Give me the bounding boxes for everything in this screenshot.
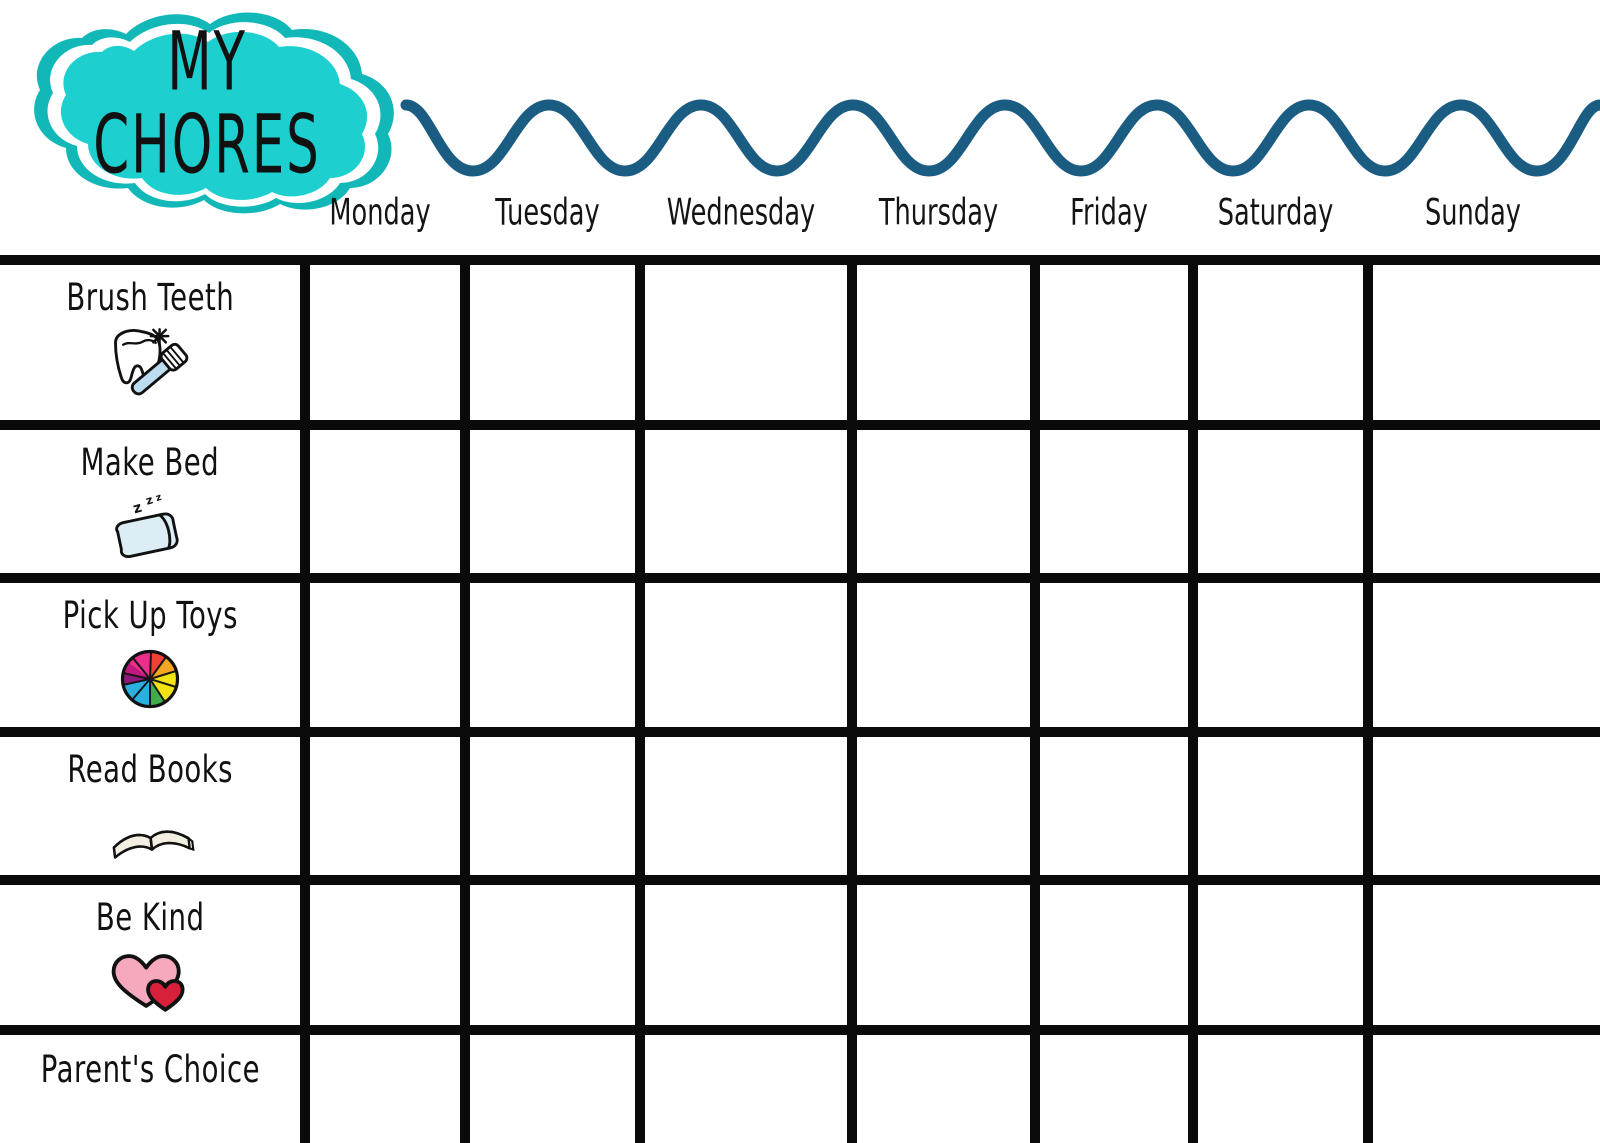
chore-cell-thursday[interactable] [847, 737, 1030, 875]
chore-cell-tuesday[interactable] [460, 885, 635, 1025]
chore-cell-saturday[interactable] [1188, 1035, 1363, 1143]
chore-cell-sunday[interactable] [1363, 885, 1600, 1025]
chore-cell-thursday[interactable] [847, 430, 1030, 573]
wave-line-icon [400, 99, 1600, 177]
day-header-tuesday: Tuesday [464, 192, 630, 234]
chore-cell-thursday[interactable] [847, 1035, 1030, 1143]
day-header-friday: Friday [1034, 192, 1184, 234]
chore-label: Make Bed [80, 440, 220, 485]
chore-label-cell-make-bed: Make Bed z z z [0, 430, 300, 573]
day-header-label: Thursday [878, 192, 999, 234]
chore-label: Be Kind [95, 895, 205, 940]
chore-label-cell-be-kind: Be Kind [0, 885, 300, 1025]
chore-cell-monday[interactable] [300, 885, 460, 1025]
day-header-label: Sunday [1425, 192, 1521, 234]
day-header-label: Saturday [1217, 192, 1334, 234]
table-row: Pick Up Toys [0, 573, 1600, 727]
chore-label-cell-pick-up-toys: Pick Up Toys [0, 583, 300, 727]
day-header-label: Monday [329, 192, 431, 234]
cloud-shape-icon [34, 12, 394, 214]
chore-chart-board: MY CHORES Monday Tuesday Wednesday Thurs… [0, 0, 1600, 1143]
day-header-wednesday: Wednesday [640, 192, 841, 234]
svg-text:z: z [131, 500, 143, 518]
pillow-with-zzz-icon: z z z [104, 490, 196, 562]
chore-cell-thursday[interactable] [847, 583, 1030, 727]
chore-cell-sunday[interactable] [1363, 265, 1600, 420]
chore-cell-wednesday[interactable] [635, 583, 847, 727]
day-header-thursday: Thursday [852, 192, 1026, 234]
chore-cell-wednesday[interactable] [635, 1035, 847, 1143]
chore-cell-friday[interactable] [1030, 265, 1188, 420]
day-header-sunday: Sunday [1369, 192, 1578, 234]
chore-cell-saturday[interactable] [1188, 265, 1363, 420]
chore-cell-friday[interactable] [1030, 737, 1188, 875]
chore-label-cell-parents-choice: Parent's Choice [0, 1035, 300, 1143]
chore-label: Brush Teeth [66, 275, 234, 320]
chore-cell-sunday[interactable] [1363, 430, 1600, 573]
chore-cell-monday[interactable] [300, 430, 460, 573]
chore-cell-friday[interactable] [1030, 885, 1188, 1025]
chore-cell-friday[interactable] [1030, 1035, 1188, 1143]
svg-text:z: z [144, 492, 155, 507]
chore-label: Parent's Choice [40, 1047, 260, 1092]
chore-label: Read Books [67, 747, 233, 792]
chore-cell-sunday[interactable] [1363, 737, 1600, 875]
chore-cell-saturday[interactable] [1188, 583, 1363, 727]
day-header-label: Wednesday [666, 192, 816, 234]
chore-cell-sunday[interactable] [1363, 1035, 1600, 1143]
chore-cell-tuesday[interactable] [460, 737, 635, 875]
chore-label-cell-brush-teeth: Brush Teeth [0, 265, 300, 420]
tooth-and-toothbrush-icon [104, 325, 196, 397]
chore-cell-tuesday[interactable] [460, 583, 635, 727]
chore-cell-friday[interactable] [1030, 583, 1188, 727]
chore-cell-monday[interactable] [300, 1035, 460, 1143]
table-row: Make Bed z z z [0, 420, 1600, 573]
chore-cell-saturday[interactable] [1188, 885, 1363, 1025]
day-headers-row: Monday Tuesday Wednesday Thursday Friday… [0, 192, 1600, 250]
chore-cell-monday[interactable] [300, 265, 460, 420]
svg-text:z: z [155, 492, 164, 504]
chart-header: MY CHORES Monday Tuesday Wednesday Thurs… [0, 0, 1600, 255]
chore-cell-tuesday[interactable] [460, 430, 635, 573]
chore-cell-monday[interactable] [300, 583, 460, 727]
chore-cell-wednesday[interactable] [635, 737, 847, 875]
day-header-label: Tuesday [495, 192, 600, 234]
day-header-saturday: Saturday [1192, 192, 1358, 234]
chore-cell-thursday[interactable] [847, 265, 1030, 420]
chore-cell-sunday[interactable] [1363, 583, 1600, 727]
table-row: Read Books [0, 727, 1600, 875]
two-hearts-icon [104, 945, 196, 1017]
chore-cell-tuesday[interactable] [460, 1035, 635, 1143]
chore-label: Pick Up Toys [62, 593, 238, 638]
chore-cell-wednesday[interactable] [635, 430, 847, 573]
chore-cell-saturday[interactable] [1188, 737, 1363, 875]
chore-cell-wednesday[interactable] [635, 265, 847, 420]
day-header-monday: Monday [304, 192, 456, 234]
chore-cell-friday[interactable] [1030, 430, 1188, 573]
chore-grid: Brush Teeth Make Bed z z z Pick Up Toys … [0, 255, 1600, 1143]
title-cloud: MY CHORES [8, 6, 406, 218]
table-row: Brush Teeth [0, 255, 1600, 420]
chore-cell-wednesday[interactable] [635, 885, 847, 1025]
wavy-divider [400, 72, 1600, 182]
open-book-icon [104, 797, 196, 869]
chore-label-cell-read-books: Read Books [0, 737, 300, 875]
chore-cell-tuesday[interactable] [460, 265, 635, 420]
chore-cell-saturday[interactable] [1188, 430, 1363, 573]
day-header-label: Friday [1070, 192, 1148, 234]
table-row: Parent's Choice [0, 1025, 1600, 1143]
beach-ball-icon [104, 643, 196, 715]
chore-cell-monday[interactable] [300, 737, 460, 875]
chore-cell-thursday[interactable] [847, 885, 1030, 1025]
table-row: Be Kind [0, 875, 1600, 1025]
